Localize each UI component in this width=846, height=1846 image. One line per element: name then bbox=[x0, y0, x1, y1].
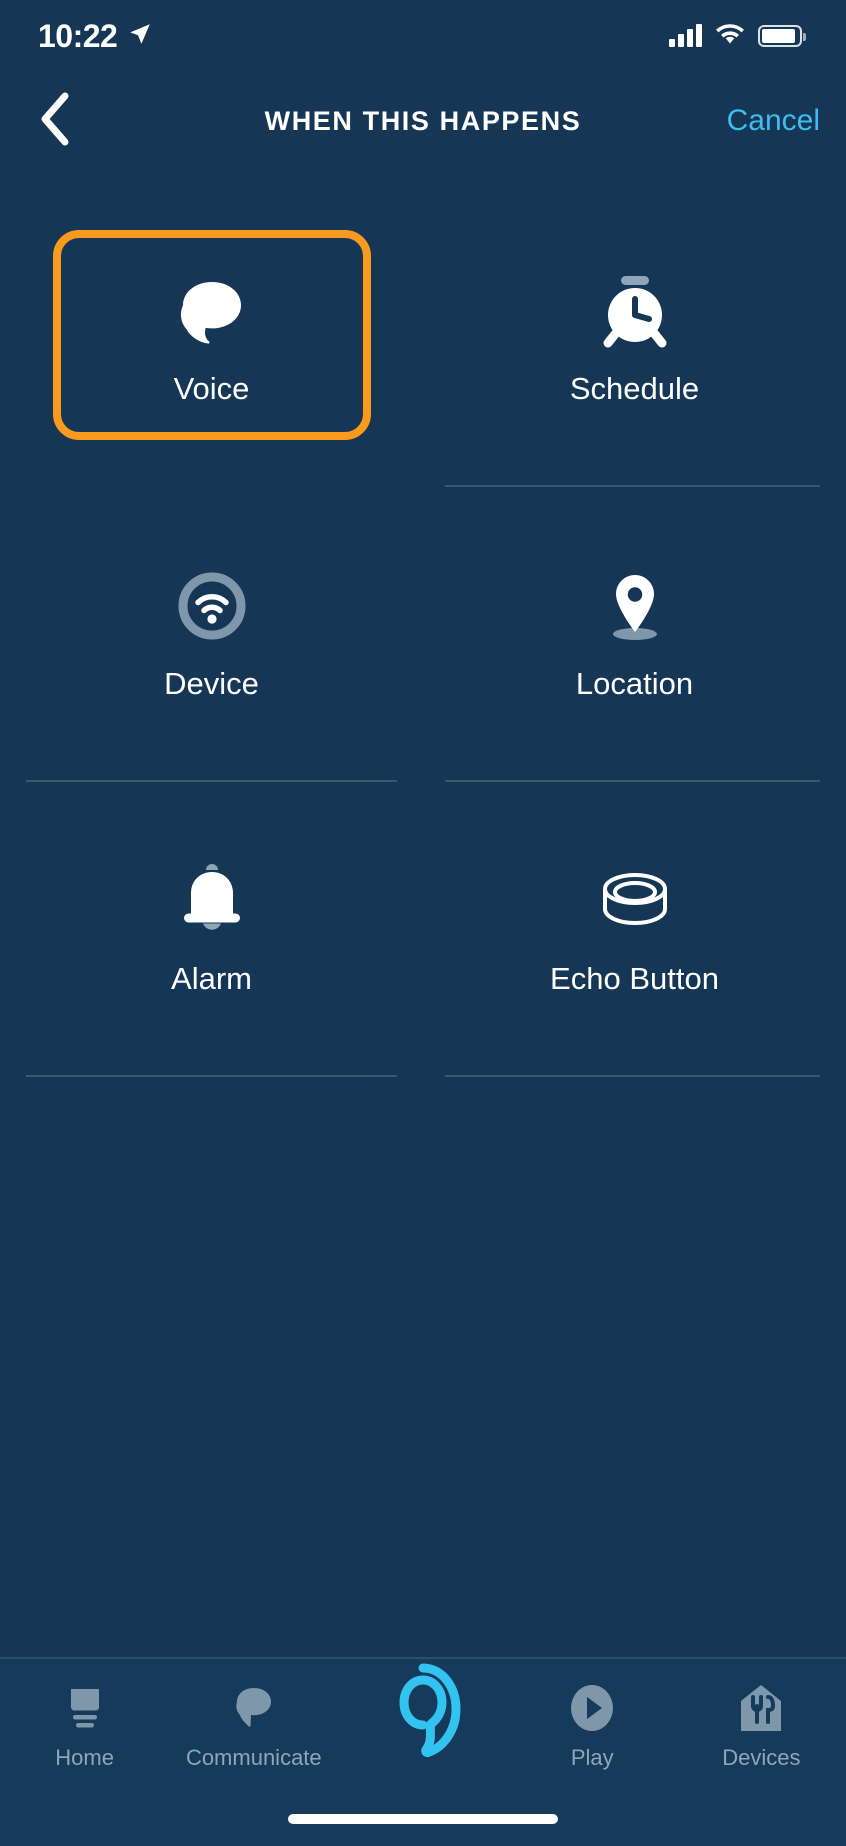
back-button[interactable] bbox=[26, 92, 82, 151]
status-time-group: 10:22 bbox=[38, 18, 153, 55]
app-screen: 10:22 WHEN THIS HAPPENS Cancel Voice Sch… bbox=[0, 0, 846, 1846]
wifi-circle-icon bbox=[169, 558, 255, 654]
trigger-label: Schedule bbox=[569, 371, 700, 406]
status-time: 10:22 bbox=[38, 17, 118, 54]
echo-puck-icon bbox=[589, 853, 681, 949]
alarm-clock-icon bbox=[592, 263, 678, 359]
battery-icon bbox=[758, 25, 806, 47]
bottom-tab-bar: Home Communicate Play Devices bbox=[0, 1657, 846, 1846]
cell-separator bbox=[26, 1075, 397, 1077]
trigger-label: Alarm bbox=[171, 961, 252, 996]
chat-bubble-icon bbox=[231, 1677, 277, 1739]
grid-row: Alarm Echo Button bbox=[0, 782, 846, 1077]
trigger-label: Location bbox=[575, 666, 694, 701]
status-bar: 10:22 bbox=[0, 0, 846, 72]
trigger-cell-device[interactable]: Device bbox=[0, 487, 423, 782]
chevron-left-icon bbox=[37, 92, 71, 151]
devices-house-icon bbox=[737, 1677, 785, 1739]
trigger-cell-alarm[interactable]: Alarm bbox=[0, 782, 423, 1077]
trigger-label: Device bbox=[164, 666, 259, 701]
bell-icon bbox=[169, 853, 255, 949]
tab-play[interactable]: Play bbox=[508, 1677, 677, 1771]
cellular-signal-icon bbox=[669, 24, 702, 47]
trigger-label: Voice bbox=[173, 371, 250, 406]
tab-label: Play bbox=[570, 1745, 614, 1770]
alexa-ring-icon bbox=[378, 1663, 468, 1758]
nav-header: WHEN THIS HAPPENS Cancel bbox=[0, 78, 846, 164]
grid-row: Voice Schedule bbox=[0, 192, 846, 487]
status-indicators bbox=[669, 22, 806, 51]
trigger-cell-echo-button[interactable]: Echo Button bbox=[423, 782, 846, 1077]
location-arrow-icon bbox=[127, 18, 153, 55]
trigger-cell-location[interactable]: Location bbox=[423, 487, 846, 782]
map-pin-icon bbox=[592, 558, 678, 654]
wifi-icon bbox=[714, 22, 746, 51]
tab-home[interactable]: Home bbox=[0, 1677, 169, 1771]
tab-label: Communicate bbox=[185, 1745, 322, 1770]
home-indicator[interactable] bbox=[288, 1814, 558, 1824]
grid-row: Device Location bbox=[0, 487, 846, 782]
home-icon bbox=[63, 1677, 107, 1739]
cell-separator bbox=[445, 1075, 820, 1077]
tab-label: Devices bbox=[722, 1745, 801, 1770]
tab-alexa[interactable] bbox=[338, 1663, 507, 1771]
trigger-label: Echo Button bbox=[550, 961, 719, 996]
tab-devices[interactable]: Devices bbox=[677, 1677, 846, 1771]
tab-label: Home bbox=[55, 1745, 114, 1770]
trigger-cell-schedule[interactable]: Schedule bbox=[423, 192, 846, 487]
trigger-grid: Voice Schedule Device Location Alarm Ech… bbox=[0, 192, 846, 1077]
page-title: WHEN THIS HAPPENS bbox=[264, 105, 582, 136]
play-circle-icon bbox=[568, 1677, 616, 1739]
tab-communicate[interactable]: Communicate bbox=[169, 1677, 338, 1771]
cancel-button[interactable]: Cancel bbox=[727, 104, 820, 138]
speech-bubble-icon bbox=[169, 263, 255, 359]
trigger-cell-voice[interactable]: Voice bbox=[0, 192, 423, 487]
